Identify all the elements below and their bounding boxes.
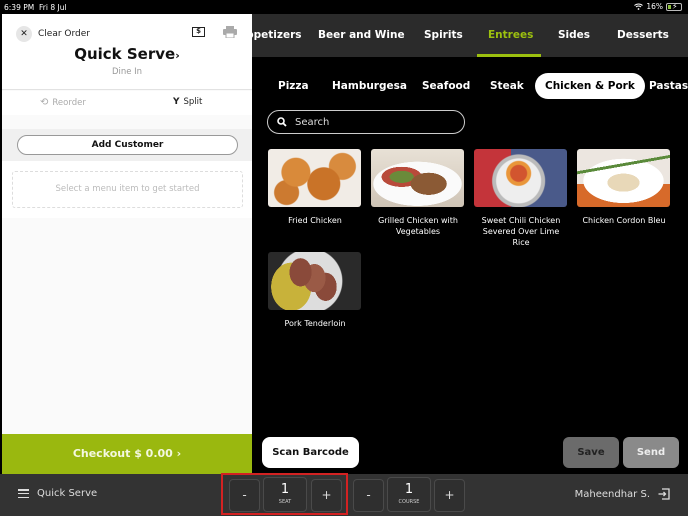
search-field[interactable] <box>267 110 465 134</box>
add-customer-button[interactable]: Add Customer <box>17 135 238 155</box>
course-number: 1 <box>404 482 414 497</box>
order-panel: ✕ Clear Order $ Quick Serve› Dine In ⟲ R… <box>2 14 252 434</box>
menu-item-chicken-cordon-bleu[interactable]: Chicken Cordon Bleu <box>577 149 671 226</box>
close-icon: ✕ <box>16 26 32 42</box>
battery-icon: ⚡ <box>666 2 682 11</box>
chip-seafood[interactable]: Seafood <box>412 73 480 99</box>
chip-pizza[interactable]: Pizza <box>268 73 319 99</box>
order-actions: ⟲ Reorder Y Split <box>2 91 252 115</box>
course-increment-button[interactable]: + <box>434 479 465 512</box>
checkout-button[interactable]: Checkout $ 0.00 › <box>2 434 252 474</box>
search-input[interactable] <box>295 116 445 128</box>
clear-order-label: Clear Order <box>38 29 90 39</box>
menu-item-fried-chicken[interactable]: Fried Chicken <box>268 149 362 226</box>
status-time: 6:39 PM Fri 8 Jul <box>4 3 67 12</box>
user-name: Maheendhar S. <box>574 488 650 500</box>
chip-hamburgesa[interactable]: Hamburgesa <box>322 73 417 99</box>
tab-spirits[interactable]: Spirits <box>424 14 463 57</box>
save-button[interactable]: Save <box>563 437 619 468</box>
seat-stepper-highlight <box>221 473 348 515</box>
menu-item-image <box>268 149 361 207</box>
chip-pastas[interactable]: Pastas <box>639 73 688 99</box>
course-label: COURSE <box>398 499 420 505</box>
tab-beer-and-wine[interactable]: Beer and Wine <box>318 14 405 57</box>
logout-icon <box>658 488 670 500</box>
printer-icon[interactable] <box>223 26 237 38</box>
menu-item-grilled-chicken[interactable]: Grilled Chicken with Vegetables <box>371 149 465 237</box>
menu-item-name: Fried Chicken <box>288 216 342 225</box>
split-button[interactable]: Y Split <box>173 97 202 107</box>
chip-steak[interactable]: Steak <box>480 73 534 99</box>
status-right: 16% ⚡ <box>634 2 682 11</box>
order-title[interactable]: Quick Serve› <box>2 45 252 63</box>
status-bar: 6:39 PM Fri 8 Jul 16% ⚡ <box>0 0 688 14</box>
active-tab-indicator <box>477 54 541 57</box>
tab-entrees[interactable]: Entrees <box>488 14 533 57</box>
main-menu-button[interactable]: Quick Serve <box>18 488 97 499</box>
menu-item-image <box>577 149 670 207</box>
reorder-button[interactable]: ⟲ Reorder <box>40 97 86 108</box>
reorder-icon: ⟲ <box>40 97 49 108</box>
tab-desserts[interactable]: Desserts <box>617 14 669 57</box>
wifi-icon <box>634 3 644 10</box>
empty-order-message: Select a menu item to get started <box>12 171 243 208</box>
search-icon <box>277 117 287 127</box>
order-header: ✕ Clear Order $ Quick Serve› Dine In <box>2 14 252 90</box>
menu-item-pork-tenderloin[interactable]: Pork Tenderloin <box>268 252 362 329</box>
battery-percent: 16% <box>646 2 663 11</box>
course-decrement-button[interactable]: - <box>353 479 384 512</box>
split-label: Split <box>183 97 203 107</box>
hamburger-icon <box>18 489 29 498</box>
menu-item-image <box>474 149 567 207</box>
course-value: 1 COURSE <box>387 477 431 512</box>
menu-item-image <box>371 149 464 207</box>
order-type: Dine In <box>111 67 143 77</box>
menu-item-name: Sweet Chili Chicken Severed Over Lime Ri… <box>481 216 561 247</box>
menu-item-name: Pork Tenderloin <box>284 319 346 328</box>
user-logout[interactable]: Maheendhar S. <box>575 488 670 500</box>
customer-section: Add Customer <box>2 129 252 161</box>
tab-sides[interactable]: Sides <box>558 14 590 57</box>
split-icon: Y <box>173 97 180 107</box>
order-items-area: Select a menu item to get started <box>2 161 252 218</box>
main-menu-label: Quick Serve <box>37 488 98 499</box>
clear-order-button[interactable]: ✕ Clear Order <box>16 26 90 42</box>
menu-item-name: Grilled Chicken with Vegetables <box>378 216 458 236</box>
scan-barcode-button[interactable]: Scan Barcode <box>262 437 359 468</box>
menu-item-name: Chicken Cordon Bleu <box>582 216 666 225</box>
send-button[interactable]: Send <box>623 437 679 468</box>
chip-chicken-pork[interactable]: Chicken & Pork <box>535 73 645 99</box>
category-nav: Appetizers Beer and Wine Spirits Entrees… <box>238 14 688 57</box>
menu-item-sweet-chili-chicken[interactable]: Sweet Chili Chicken Severed Over Lime Ri… <box>474 149 568 248</box>
subcategory-nav: Pizza Hamburgesa Seafood Steak Chicken &… <box>252 70 688 102</box>
reorder-label: Reorder <box>52 97 86 108</box>
menu-item-image <box>268 252 361 310</box>
cash-icon[interactable]: $ <box>192 27 205 37</box>
